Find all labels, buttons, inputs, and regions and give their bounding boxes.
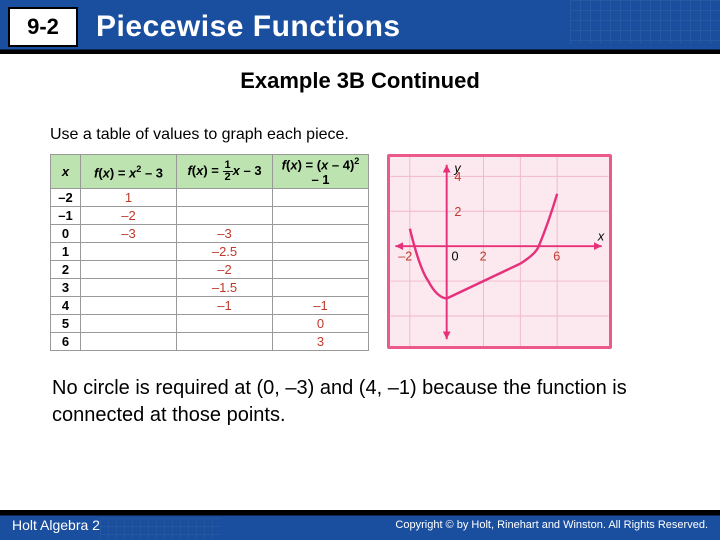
header-bar: 9-2 Piecewise Functions — [0, 0, 720, 54]
values-table: x f(x) = x2 – 3 f(x) = 12x – 3 f(x) = (x… — [50, 154, 369, 351]
footer-book-title: Holt Algebra 2 — [12, 517, 100, 533]
table-row: –1–2 — [51, 207, 369, 225]
table-row: –21 — [51, 189, 369, 207]
table-row: 0–3–3 — [51, 225, 369, 243]
col-x-header: x — [51, 155, 81, 189]
footer-copyright: Copyright © by Holt, Rinehart and Winsto… — [395, 519, 708, 531]
table-row: 1–2.5 — [51, 243, 369, 261]
header-decor-grid — [570, 0, 720, 44]
slide: 9-2 Piecewise Functions Example 3B Conti… — [0, 0, 720, 540]
curve-piece-1 — [410, 229, 447, 299]
piecewise-chart: y x 4 2 –2 0 2 6 — [390, 157, 609, 346]
col-f3-header: f(x) = (x – 4)2 – 1 — [273, 155, 369, 189]
example-subtitle: Example 3B Continued — [0, 68, 720, 94]
tick-x6: 6 — [553, 250, 560, 264]
instruction-text: Use a table of values to graph each piec… — [50, 126, 692, 144]
col-f2-header: f(x) = 12x – 3 — [177, 155, 273, 189]
x-axis-label: x — [597, 229, 605, 243]
graph-panel: y x 4 2 –2 0 2 6 — [387, 154, 612, 349]
tick-x0: 0 — [452, 250, 459, 264]
explanation-note: No circle is required at (0, –3) and (4,… — [52, 375, 668, 429]
col-f1-header: f(x) = x2 – 3 — [81, 155, 177, 189]
tick-y2: 2 — [454, 205, 461, 219]
tick-y4: 4 — [454, 170, 461, 184]
content-area: Use a table of values to graph each piec… — [0, 94, 720, 429]
footer-decor-grid — [100, 518, 220, 540]
footer-bar: Holt Algebra 2 Copyright © by Holt, Rine… — [0, 510, 720, 540]
page-title: Piecewise Functions — [96, 10, 401, 44]
table-row: 50 — [51, 315, 369, 333]
panels-row: x f(x) = x2 – 3 f(x) = 12x – 3 f(x) = (x… — [50, 154, 692, 351]
table-row: 4–1–1 — [51, 297, 369, 315]
tick-xneg2: –2 — [398, 250, 412, 264]
table-row: 63 — [51, 333, 369, 351]
table-row: 2–2 — [51, 261, 369, 279]
table-row: 3–1.5 — [51, 279, 369, 297]
curve-piece-3 — [520, 194, 557, 264]
section-badge: 9-2 — [8, 7, 78, 47]
tick-x2: 2 — [480, 250, 487, 264]
